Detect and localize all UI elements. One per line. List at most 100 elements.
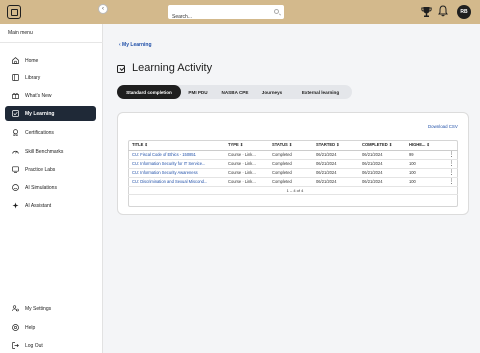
settings-icon xyxy=(12,305,19,312)
completed-cell: 06/21/2024 xyxy=(358,150,405,160)
search-box[interactable] xyxy=(168,5,284,24)
row-menu-button[interactable]: ⋮ xyxy=(441,159,458,169)
sparkle-icon xyxy=(12,202,19,209)
sidebar-item-help[interactable]: Help xyxy=(5,320,96,335)
sidebar-item-certifications[interactable]: Certifications xyxy=(5,125,96,140)
trophy-icon[interactable] xyxy=(421,6,432,18)
tab-pmi-pdu[interactable]: PMI PDU xyxy=(181,85,215,99)
page-title: Learning Activity xyxy=(132,62,213,74)
column-header-status[interactable]: STATUS ⇕ xyxy=(268,140,312,151)
tab-journeys[interactable]: Journeys xyxy=(255,85,289,99)
sidebar-item-home[interactable]: Home xyxy=(5,53,96,68)
sidebar-item-whats-new[interactable]: What's New xyxy=(5,88,96,103)
tab-nasba-cpe[interactable]: NASBA CPE xyxy=(215,85,255,99)
avatar[interactable]: RB xyxy=(457,5,471,19)
status-cell: Completed xyxy=(268,168,312,178)
tab-external-learning[interactable]: External learning xyxy=(289,85,352,99)
course-title-link[interactable]: CU: Information Security Awareness xyxy=(128,168,224,178)
column-header-completed[interactable]: COMPLETED ⇕ xyxy=(358,140,405,151)
app-logo[interactable] xyxy=(7,5,21,19)
table-row: CU: Information Security for IT Service.… xyxy=(128,159,458,169)
sidebar-item-label: Home xyxy=(25,57,39,64)
gift-icon xyxy=(12,93,19,99)
highest-score-cell: 99 xyxy=(405,150,441,160)
row-menu-button[interactable]: ⋮ xyxy=(441,168,458,178)
logout-icon xyxy=(12,342,19,349)
started-cell: 06/21/2024 xyxy=(312,159,358,169)
table-row: CU: Discrimination and Sexual Miscond...… xyxy=(128,177,458,187)
sidebar-item-label: Certifications xyxy=(25,129,54,136)
search-input[interactable] xyxy=(168,10,263,24)
type-cell: Course · Link... xyxy=(224,177,268,187)
learning-icon xyxy=(12,110,19,117)
certificate-icon xyxy=(13,129,18,136)
column-header-highest[interactable]: HIGHE... ⇕ xyxy=(405,140,441,151)
sidebar-item-my-learning[interactable]: My Learning xyxy=(5,106,96,121)
highest-score-cell: 100 xyxy=(405,159,441,169)
highest-score-cell: 100 xyxy=(405,168,441,178)
gauge-icon xyxy=(12,150,19,154)
activity-table: TITLE ⇕ TYPE ⇕ STATUS ⇕ STARTED ⇕ COMPLE… xyxy=(128,140,458,195)
highest-score-cell: 100 xyxy=(405,177,441,187)
sidebar-item-label: AI Simulations xyxy=(25,184,57,191)
help-icon xyxy=(12,324,19,331)
started-cell: 06/21/2024 xyxy=(312,168,358,178)
sidebar-item-my-settings[interactable]: My Settings xyxy=(5,301,96,316)
breadcrumb[interactable]: ‹ My Learning xyxy=(119,42,152,48)
table-row: CU: Fiscal Code of Ethics - 150851 Cours… xyxy=(128,150,458,160)
sidebar-item-practice-labs[interactable]: Practice Labs xyxy=(5,162,96,177)
sidebar-item-ai-simulations[interactable]: AI Simulations xyxy=(5,180,96,195)
table-row: CU: Information Security Awareness Cours… xyxy=(128,168,458,178)
sidebar-item-label: Skill Benchmarks xyxy=(25,148,64,155)
column-header-actions xyxy=(441,140,458,151)
course-title-link[interactable]: CU: Discrimination and Sexual Miscond... xyxy=(128,177,224,187)
sidebar-item-library[interactable]: Library xyxy=(5,70,96,85)
home-icon xyxy=(12,57,19,64)
sidebar: Main menu Home Library What's New My Lea… xyxy=(0,24,103,353)
tab-standard-completion[interactable]: Standard completion xyxy=(117,85,181,99)
started-cell: 06/21/2024 xyxy=(312,150,358,160)
sidebar-item-label: What's New xyxy=(25,92,52,99)
sidebar-item-log-out[interactable]: Log Out xyxy=(5,338,96,353)
sidebar-item-label: Practice Labs xyxy=(25,166,56,173)
lab-icon xyxy=(12,166,19,173)
sidebar-item-ai-assistant[interactable]: AI Assistant xyxy=(5,198,96,213)
sidebar-divider xyxy=(0,42,103,43)
type-cell: Course · Link... xyxy=(224,159,268,169)
sidebar-item-skill-benchmarks[interactable]: Skill Benchmarks xyxy=(5,144,96,159)
started-cell: 06/21/2024 xyxy=(312,177,358,187)
bell-icon[interactable] xyxy=(438,5,448,17)
sidebar-item-label: AI Assistant xyxy=(25,202,52,209)
type-cell: Course · Link... xyxy=(224,150,268,160)
ai-simulation-icon xyxy=(12,184,19,191)
course-title-link[interactable]: CU: Fiscal Code of Ethics - 150851 xyxy=(128,150,224,160)
collapse-sidebar-button[interactable]: ‹ xyxy=(98,4,108,14)
completed-cell: 06/21/2024 xyxy=(358,168,405,178)
type-cell: Course · Link... xyxy=(224,168,268,178)
completed-cell: 06/21/2024 xyxy=(358,159,405,169)
learning-activity-icon xyxy=(117,65,125,73)
pagination-text: 1 – 4 of 4 xyxy=(128,186,458,195)
pagination-row: 1 – 4 of 4 xyxy=(128,186,458,195)
activity-card: Download CSV TITLE ⇕ TYPE ⇕ STATUS ⇕ STA… xyxy=(117,112,469,215)
library-icon xyxy=(12,74,19,81)
status-cell: Completed xyxy=(268,159,312,169)
column-header-started[interactable]: STARTED ⇕ xyxy=(312,140,358,151)
column-header-type[interactable]: TYPE ⇕ xyxy=(224,140,268,151)
sidebar-item-label: Help xyxy=(25,324,36,331)
completed-cell: 06/21/2024 xyxy=(358,177,405,187)
download-csv-link[interactable]: Download CSV xyxy=(428,124,458,129)
course-title-link[interactable]: CU: Information Security for IT Service.… xyxy=(128,159,224,169)
sidebar-item-label: Library xyxy=(25,74,41,81)
search-icon[interactable] xyxy=(274,9,279,14)
sidebar-item-label: My Settings xyxy=(25,305,52,312)
sidebar-item-label: Log Out xyxy=(25,342,43,349)
sidebar-item-label: My Learning xyxy=(25,110,55,117)
status-cell: Completed xyxy=(268,150,312,160)
top-bar: RB xyxy=(0,0,480,24)
sidebar-heading: Main menu xyxy=(8,30,33,36)
column-header-title[interactable]: TITLE ⇕ xyxy=(128,140,224,151)
row-menu-button[interactable]: ⋮ xyxy=(441,150,458,160)
status-cell: Completed xyxy=(268,177,312,187)
row-menu-button[interactable]: ⋮ xyxy=(441,177,458,187)
